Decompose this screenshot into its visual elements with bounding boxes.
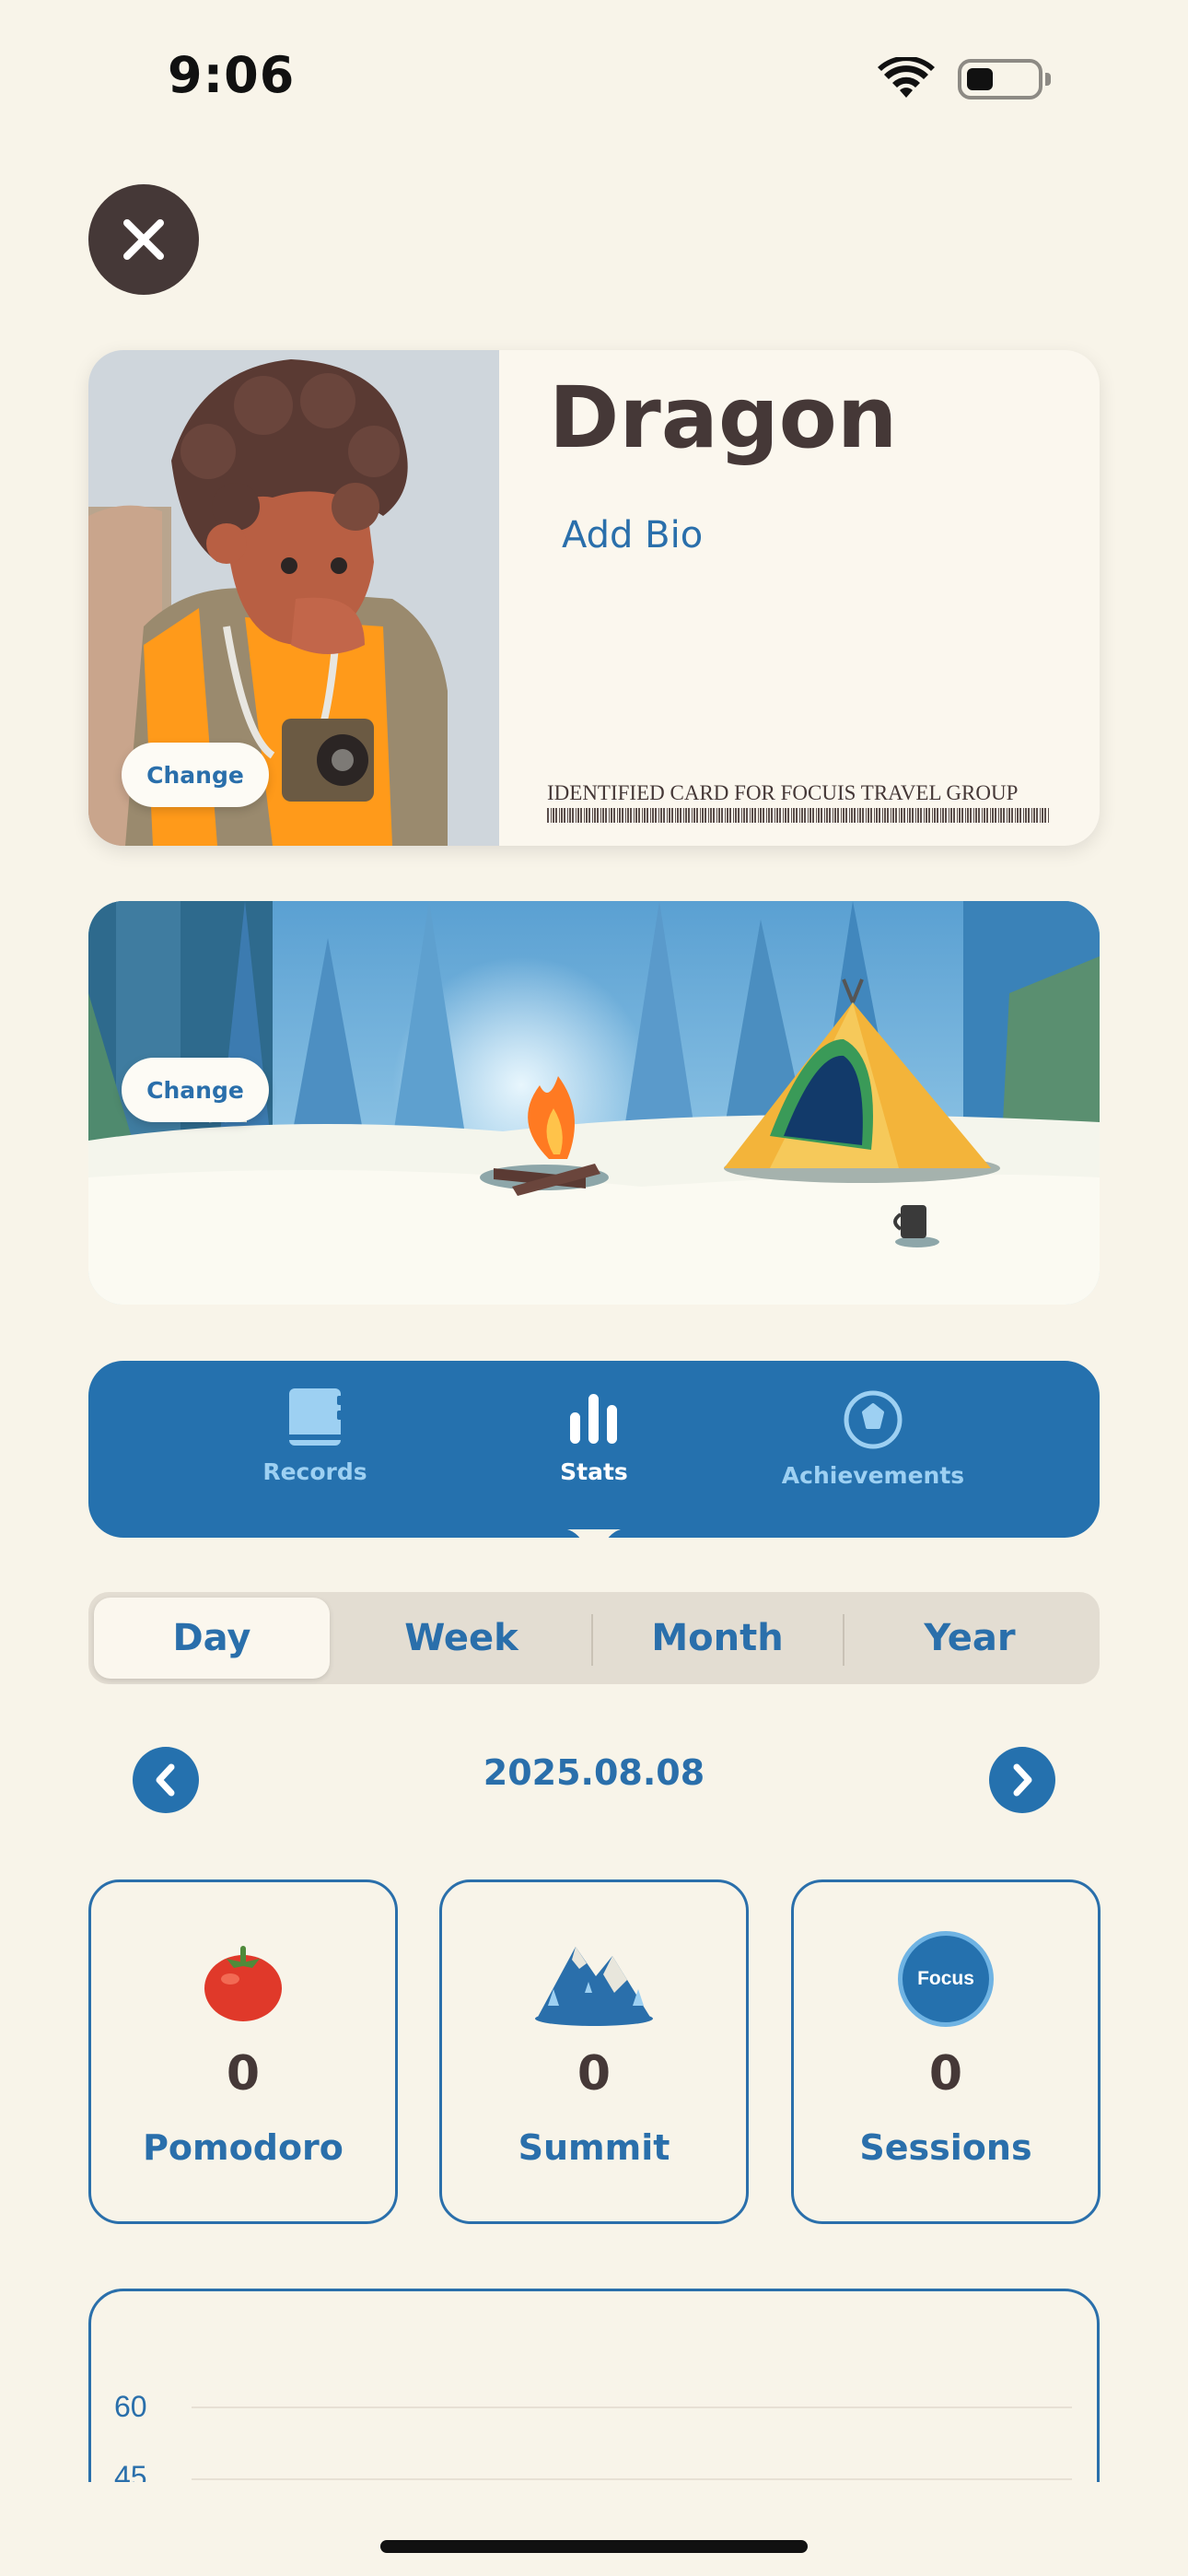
tab-achievements-label: Achievements xyxy=(781,1462,965,1489)
period-segmented-control: Day Week Month Year xyxy=(88,1592,1100,1684)
mountain-icon xyxy=(442,1928,746,2030)
tomato-icon xyxy=(91,1928,395,2030)
current-date: 2025.08.08 xyxy=(483,1752,705,1793)
chart-gridline xyxy=(192,2478,1072,2480)
focus-badge-label: Focus xyxy=(917,1968,974,1989)
home-indicator[interactable] xyxy=(380,2540,808,2553)
scroll-clip xyxy=(0,2482,1188,2576)
barcode-icon xyxy=(547,808,1049,823)
tab-stats-label: Stats xyxy=(560,1458,628,1485)
active-tab-indicator xyxy=(567,1529,621,1556)
wifi-icon xyxy=(878,57,935,98)
next-date-button[interactable] xyxy=(989,1747,1055,1813)
battery-icon xyxy=(958,59,1051,100)
add-bio-link[interactable]: Add Bio xyxy=(562,514,703,556)
y-tick-60: 60 xyxy=(114,2390,147,2423)
stat-card-pomodoro: 0 Pomodoro xyxy=(88,1879,398,2224)
segment-divider xyxy=(843,1614,844,1666)
profile-name: Dragon xyxy=(549,369,898,467)
stat-value-sessions: 0 xyxy=(928,2046,963,2102)
close-icon xyxy=(123,219,164,260)
chart-gridline xyxy=(192,2406,1072,2408)
segment-day[interactable]: Day xyxy=(94,1598,330,1679)
segment-month[interactable]: Month xyxy=(593,1598,842,1679)
profile-tabs: Records Stats Achievements xyxy=(88,1361,1100,1538)
card-caption: IDENTIFIED CARD FOR FOCUIS TRAVEL GROUP xyxy=(547,781,1019,804)
status-bar: 9:06 xyxy=(0,0,1188,138)
star-badge-icon xyxy=(844,1390,903,1449)
previous-date-button[interactable] xyxy=(133,1747,199,1813)
profile-card: Change Dragon Add Bio IDENTIFIED CARD FO… xyxy=(88,350,1100,846)
tab-records[interactable]: Records xyxy=(195,1388,435,1508)
stat-label-sessions: Sessions xyxy=(859,2127,1032,2168)
focus-badge-icon: Focus xyxy=(794,1928,1098,2030)
avatar-image: Change xyxy=(88,350,499,846)
stat-label-pomodoro: Pomodoro xyxy=(143,2127,344,2168)
tab-achievements[interactable]: Achievements xyxy=(753,1388,993,1508)
segment-week[interactable]: Week xyxy=(339,1598,584,1679)
segment-year[interactable]: Year xyxy=(845,1598,1094,1679)
stat-card-sessions: Focus 0 Sessions xyxy=(791,1879,1101,2224)
status-time: 9:06 xyxy=(168,46,296,104)
bar-chart-icon xyxy=(570,1394,617,1444)
tab-records-label: Records xyxy=(262,1458,367,1485)
change-scene-button[interactable]: Change xyxy=(122,1058,269,1122)
stat-value-pomodoro: 0 xyxy=(226,2046,261,2102)
stat-card-summit: 0 Summit xyxy=(439,1879,749,2224)
journal-icon xyxy=(289,1388,343,1446)
tab-stats[interactable]: Stats xyxy=(474,1388,714,1508)
change-avatar-button[interactable]: Change xyxy=(122,743,269,807)
scene-image: Change xyxy=(88,901,1100,1305)
stat-value-summit: 0 xyxy=(577,2046,611,2102)
stat-label-summit: Summit xyxy=(518,2127,670,2168)
chevron-left-icon xyxy=(156,1763,175,1797)
chevron-right-icon xyxy=(1013,1763,1032,1797)
close-button[interactable] xyxy=(88,184,199,295)
